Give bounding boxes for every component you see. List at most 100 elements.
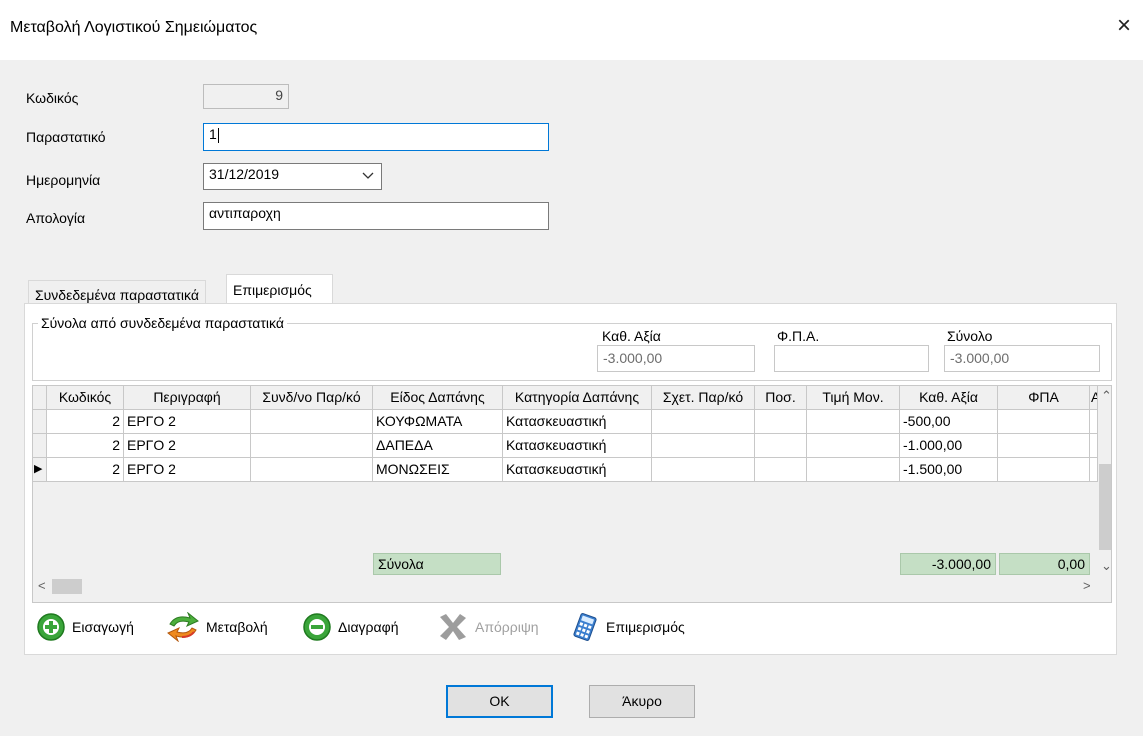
table-cell-code[interactable]: 2: [47, 434, 124, 458]
summary-net-field: -3.000,00: [597, 345, 755, 372]
date-value: 31/12/2019: [209, 166, 280, 182]
scroll-up-icon[interactable]: ⌃: [1101, 388, 1111, 404]
table-cell-unit-price[interactable]: [807, 434, 900, 458]
delete-label: Διαγραφή: [338, 619, 399, 635]
modify-button[interactable]: Μεταβολή: [166, 612, 268, 642]
date-picker[interactable]: 31/12/2019: [203, 163, 382, 190]
table-cell-expense-type[interactable]: ΚΟΥΦΩΜΑΤΑ: [373, 410, 503, 434]
reason-input[interactable]: αντιπαροχη: [203, 202, 549, 230]
table-cell-truncated[interactable]: [1090, 434, 1098, 458]
text-caret: [217, 127, 219, 143]
table-cell-description[interactable]: ΕΡΓΟ 2: [124, 410, 251, 434]
summary-vat-field: [774, 345, 929, 372]
column-header-description[interactable]: Περιγραφή: [124, 386, 251, 410]
modify-label: Μεταβολή: [206, 619, 268, 635]
column-header-net-value[interactable]: Καθ. Αξία: [900, 386, 998, 410]
allocate-button[interactable]: Επιμερισμός: [570, 612, 685, 642]
calculator-icon: [573, 613, 597, 641]
summary-net-label: Καθ. Αξία: [602, 328, 661, 344]
row-indicator-header: [33, 386, 47, 410]
table-cell-linked-doc[interactable]: [251, 410, 373, 434]
current-row-indicator[interactable]: ▶: [33, 458, 47, 482]
table-cell-code[interactable]: 2: [47, 410, 124, 434]
tab-allocation[interactable]: Επιμερισμός: [226, 274, 333, 304]
date-label: Ημερομηνία: [26, 172, 101, 188]
table-cell-related-doc[interactable]: [652, 410, 755, 434]
document-value: 1: [209, 126, 217, 142]
allocation-grid[interactable]: Κωδικός Περιγραφή Συνδ/νο Παρ/κό Είδος Δ…: [32, 385, 1112, 603]
summary-total-field: -3.000,00: [944, 345, 1100, 372]
cancel-button[interactable]: Άκυρο: [589, 685, 695, 718]
table-cell-net-value[interactable]: -500,00: [900, 410, 998, 434]
table-cell-expense-type[interactable]: ΜΟΝΩΣΕΙΣ: [373, 458, 503, 482]
scroll-right-icon[interactable]: >: [1083, 578, 1091, 594]
table-cell-net-value[interactable]: -1.000,00: [900, 434, 998, 458]
column-header-expense-category[interactable]: Κατηγορία Δαπάνης: [503, 386, 652, 410]
column-header-truncated[interactable]: Α: [1090, 386, 1098, 410]
code-field: 9: [203, 84, 289, 109]
row-indicator[interactable]: [33, 410, 47, 434]
table-cell-code[interactable]: 2: [47, 458, 124, 482]
table-cell-related-doc[interactable]: [652, 434, 755, 458]
table-cell-unit-price[interactable]: [807, 458, 900, 482]
column-header-related-doc[interactable]: Σχετ. Παρ/κό: [652, 386, 755, 410]
chevron-down-icon[interactable]: [361, 169, 375, 183]
ok-button[interactable]: OK: [446, 685, 553, 718]
reject-label: Απόρριψη: [475, 619, 539, 635]
column-header-quantity[interactable]: Ποσ.: [755, 386, 807, 410]
plus-circle-icon: [37, 613, 65, 641]
code-label: Κωδικός: [26, 90, 79, 106]
insert-label: Εισαγωγή: [72, 619, 134, 635]
table-cell-linked-doc[interactable]: [251, 458, 373, 482]
table-cell-truncated[interactable]: [1090, 458, 1098, 482]
column-header-vat[interactable]: ΦΠΑ: [998, 386, 1090, 410]
tab-linked-documents[interactable]: Συνδεδεμένα παραστατικά: [28, 280, 206, 304]
table-cell-expense-category[interactable]: Κατασκευαστική: [503, 434, 652, 458]
table-cell-description[interactable]: ΕΡΓΟ 2: [124, 458, 251, 482]
table-cell-vat[interactable]: [998, 434, 1090, 458]
table-cell-description[interactable]: ΕΡΓΟ 2: [124, 434, 251, 458]
window-title: Μεταβολή Λογιστικού Σημειώματος: [10, 19, 258, 36]
refresh-arrows-icon: [167, 612, 199, 642]
table-cell-net-value[interactable]: -1.500,00: [900, 458, 998, 482]
totals-vat-value: 0,00: [999, 553, 1090, 575]
insert-button[interactable]: Εισαγωγή: [36, 612, 134, 642]
summary-vat-label: Φ.Π.Α.: [777, 328, 820, 344]
summary-total-label: Σύνολο: [947, 328, 993, 344]
table-cell-truncated[interactable]: [1090, 410, 1098, 434]
scroll-down-icon[interactable]: ⌄: [1101, 558, 1111, 574]
totals-label: Σύνολα: [373, 553, 501, 575]
scroll-left-icon[interactable]: <: [38, 578, 46, 594]
table-cell-related-doc[interactable]: [652, 458, 755, 482]
horizontal-scroll-thumb[interactable]: [52, 579, 82, 594]
table-cell-vat[interactable]: [998, 410, 1090, 434]
summary-group-label: Σύνολα από συνδεδεμένα παραστατικά: [38, 315, 287, 331]
column-header-expense-type[interactable]: Είδος Δαπάνης: [373, 386, 503, 410]
totals-net-value: -3.000,00: [900, 553, 996, 575]
table-cell-expense-type[interactable]: ΔΑΠΕΔΑ: [373, 434, 503, 458]
column-header-linked-doc[interactable]: Συνδ/νο Παρ/κό: [251, 386, 373, 410]
minus-circle-icon: [303, 613, 331, 641]
delete-button[interactable]: Διαγραφή: [302, 612, 398, 642]
table-cell-expense-category[interactable]: Κατασκευαστική: [503, 458, 652, 482]
row-indicator[interactable]: [33, 434, 47, 458]
document-label: Παραστατικό: [26, 129, 106, 145]
table-cell-vat[interactable]: [998, 458, 1090, 482]
table-cell-quantity[interactable]: [755, 434, 807, 458]
column-header-code[interactable]: Κωδικός: [47, 386, 124, 410]
table-cell-quantity[interactable]: [755, 458, 807, 482]
column-header-unit-price[interactable]: Τιμή Μον.: [807, 386, 900, 410]
vertical-scrollbar[interactable]: ⌃ ⌄: [1098, 386, 1111, 578]
reject-button[interactable]: Απόρριψη: [437, 612, 539, 642]
horizontal-scrollbar[interactable]: < >: [33, 578, 1098, 595]
table-cell-expense-category[interactable]: Κατασκευαστική: [503, 410, 652, 434]
x-mark-icon: [440, 614, 466, 640]
document-input[interactable]: 1: [203, 123, 549, 151]
vertical-scroll-thumb[interactable]: [1099, 464, 1111, 550]
table-cell-linked-doc[interactable]: [251, 434, 373, 458]
reason-label: Απολογία: [26, 210, 86, 226]
table-cell-unit-price[interactable]: [807, 410, 900, 434]
close-icon[interactable]: ×: [1112, 14, 1136, 38]
table-cell-quantity[interactable]: [755, 410, 807, 434]
allocate-label: Επιμερισμός: [606, 619, 685, 635]
